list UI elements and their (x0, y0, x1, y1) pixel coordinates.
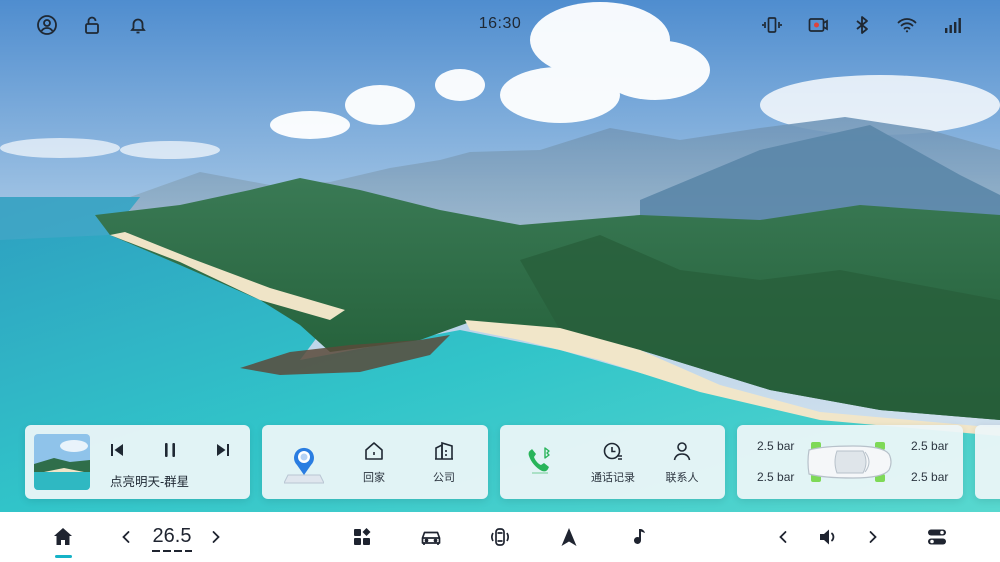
volume-down-button[interactable] (773, 527, 793, 547)
previous-track-button[interactable] (106, 439, 128, 461)
navigation-arrow-icon[interactable] (557, 525, 581, 549)
call-log-button[interactable]: 通话记录 (583, 439, 643, 485)
navigate-work-button[interactable]: 公司 (414, 439, 474, 485)
apps-icon[interactable] (350, 525, 374, 549)
phone-card[interactable]: 通话记录 联系人 (500, 425, 725, 499)
vehicle-status-icon[interactable] (488, 525, 512, 549)
temperature-indicator (152, 550, 192, 552)
account-icon[interactable] (35, 13, 59, 37)
bell-icon[interactable] (126, 13, 150, 37)
tire-pressure-card[interactable]: 2.5 bar 2.5 bar 2.5 bar 2.5 bar (737, 425, 963, 499)
temperature-up-button[interactable] (206, 527, 226, 547)
volume-up-button[interactable] (863, 527, 883, 547)
temperature-value: 26.5 (152, 525, 192, 547)
music-note-icon[interactable] (626, 525, 650, 549)
car-top-view-icon (803, 440, 897, 484)
contacts-label: 联系人 (665, 472, 699, 484)
home-label: 回家 (363, 472, 385, 484)
tire-rear-left: 2.5 bar (757, 470, 795, 484)
navigate-home-button[interactable]: 回家 (344, 439, 404, 485)
clock: 16:30 (478, 15, 522, 32)
next-card-peek[interactable] (975, 425, 1000, 499)
settings-toggle-icon[interactable] (925, 525, 949, 549)
volume-icon[interactable] (816, 525, 840, 549)
pause-button[interactable] (159, 439, 181, 461)
signal-icon (942, 13, 966, 37)
bottom-dock: 26.5 (0, 512, 1000, 562)
home-icon[interactable] (51, 525, 75, 549)
active-tab-indicator (55, 555, 72, 558)
album-art[interactable] (34, 434, 90, 490)
temperature-down-button[interactable] (116, 527, 136, 547)
bluetooth-phone-icon[interactable] (525, 445, 555, 477)
tire-front-left: 2.5 bar (757, 439, 795, 453)
navigation-card[interactable]: 回家 公司 (262, 425, 488, 499)
contact-person-icon (673, 442, 691, 461)
tire-front-right: 2.5 bar (911, 439, 949, 453)
media-card[interactable]: 点亮明天-群星 (25, 425, 250, 499)
song-title: 点亮明天-群星 (110, 475, 190, 489)
next-track-button[interactable] (212, 439, 234, 461)
status-bar: 16:30 (0, 0, 1000, 50)
contacts-button[interactable]: 联系人 (652, 439, 712, 485)
dashcam-record-icon[interactable] (806, 13, 830, 37)
phone-projection-icon[interactable] (760, 13, 784, 37)
wifi-icon[interactable] (895, 13, 919, 37)
home-outline-icon (365, 442, 383, 460)
office-building-icon (435, 441, 453, 460)
bluetooth-icon[interactable] (850, 13, 874, 37)
map-search-icon[interactable] (284, 441, 324, 485)
lock-icon[interactable] (80, 13, 104, 37)
call-log-label: 通话记录 (591, 472, 635, 484)
car-icon[interactable] (419, 525, 443, 549)
call-history-icon (603, 442, 622, 460)
tire-rear-right: 2.5 bar (911, 470, 949, 484)
work-label: 公司 (433, 472, 455, 484)
